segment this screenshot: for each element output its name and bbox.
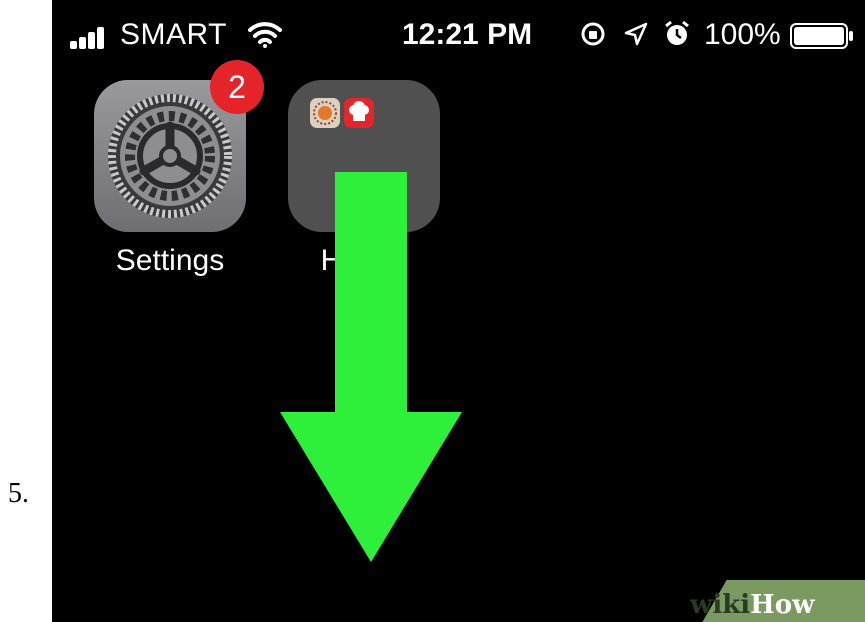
location-icon [624, 22, 648, 46]
wikihow-watermark: wikiHow [690, 590, 815, 620]
clock-time: 12:21 PM [402, 18, 533, 51]
chef-hat-icon [349, 101, 369, 121]
notification-badge: 2 [210, 60, 264, 114]
sun-icon [313, 101, 337, 125]
wifi-icon [248, 22, 282, 48]
swipe-down-arrow-icon [280, 172, 462, 562]
alarm-icon [665, 20, 689, 45]
orientation-lock-icon [581, 22, 605, 46]
battery-icon [790, 23, 853, 49]
battery-percentage: 100% [704, 18, 781, 51]
mini-app-icon [344, 98, 374, 128]
status-bar: SMART 12:21 PM 100% [52, 0, 865, 70]
mini-app-icon [310, 98, 340, 128]
phone-screen: SMART 12:21 PM 100% 2 Settings [52, 0, 865, 622]
signal-icon [70, 27, 104, 49]
settings-app-label: Settings [115, 244, 225, 277]
carrier-name: SMART [120, 18, 227, 51]
step-number: 5. [8, 478, 29, 509]
